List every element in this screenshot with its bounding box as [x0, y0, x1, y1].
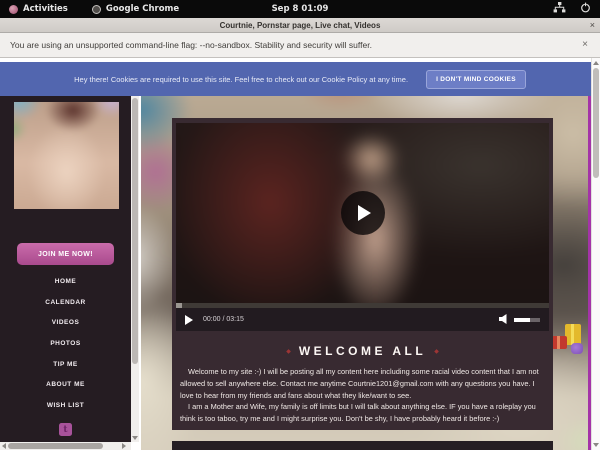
welcome-heading: ◆ WELCOME ALL ◆	[172, 344, 553, 358]
top-bar-left: Activities Google Chrome	[0, 4, 179, 14]
app-menu-button[interactable]: Google Chrome	[92, 4, 179, 14]
app-menu-label: Google Chrome	[106, 4, 179, 14]
cookie-banner: Hey there! Cookies are required to use t…	[0, 62, 600, 96]
play-button[interactable]	[341, 191, 385, 235]
next-section-box	[172, 441, 553, 450]
activities-label: Activities	[23, 4, 68, 14]
sidebar-item-videos[interactable]: VIDEOS	[0, 312, 131, 333]
sidebar-hscroll-thumb[interactable]	[8, 443, 103, 449]
window-title: Courtnie, Pornstar page, Live chat, Vide…	[220, 21, 381, 30]
sidebar-item-about-me[interactable]: ABOUT ME	[0, 374, 131, 395]
welcome-title: WELCOME ALL	[299, 344, 426, 358]
infobar-message: You are using an unsupported command-lin…	[10, 40, 372, 50]
window-titlebar[interactable]: Courtnie, Pornstar page, Live chat, Vide…	[0, 18, 600, 33]
scroll-up-arrow-icon[interactable]	[593, 61, 599, 65]
join-me-now-button[interactable]: JOIN ME NOW!	[17, 243, 114, 265]
scroll-down-arrow-icon[interactable]	[132, 436, 138, 440]
play-icon	[358, 205, 371, 221]
video-controls: 00:00 / 03:15	[176, 308, 549, 331]
volume-slider[interactable]	[514, 318, 540, 322]
chrome-infobar: You are using an unsupported command-lin…	[0, 33, 600, 58]
power-icon[interactable]	[580, 2, 591, 16]
controls-play-icon[interactable]	[185, 315, 193, 325]
welcome-paragraph-1: Welcome to my site :-) I will be posting…	[180, 366, 539, 401]
sidebar-item-home[interactable]: HOME	[0, 271, 131, 292]
welcome-paragraph-2: I am a Mother and Wife, my family is off…	[180, 401, 539, 425]
sidebar-menu: HOME CALENDAR VIDEOS PHOTOS TIP ME ABOUT…	[0, 271, 131, 416]
scroll-right-arrow-icon[interactable]	[122, 443, 126, 449]
twitter-icon[interactable]: t	[59, 423, 72, 436]
chrome-logo-icon	[92, 5, 101, 14]
sidebar-horizontal-scrollbar[interactable]	[0, 442, 131, 450]
scroll-left-arrow-icon[interactable]	[2, 443, 6, 449]
system-tray	[553, 2, 591, 16]
volume-icon[interactable]	[499, 311, 510, 329]
diamond-icon: ◆	[286, 348, 291, 355]
video-player[interactable]	[176, 123, 549, 303]
sidebar-item-calendar[interactable]: CALENDAR	[0, 292, 131, 313]
sidebar-item-tip-me[interactable]: TIP ME	[0, 354, 131, 375]
sidebar-vscroll-thumb[interactable]	[132, 98, 138, 364]
infobar-close-button[interactable]: ×	[582, 33, 588, 57]
screen: Activities Google Chrome Sep 8 01:09	[0, 0, 600, 450]
network-icon[interactable]	[553, 2, 566, 16]
distro-logo-icon	[9, 5, 18, 14]
diamond-icon: ◆	[434, 348, 439, 355]
time-display: 00:00 / 03:15	[203, 316, 244, 323]
gnome-top-bar: Activities Google Chrome Sep 8 01:09	[0, 0, 600, 18]
page-vscroll-thumb[interactable]	[593, 68, 599, 178]
cookie-message: Hey there! Cookies are required to use t…	[74, 75, 408, 84]
cookie-accept-button[interactable]: I DON'T MIND COOKIES	[426, 70, 526, 89]
scroll-down-arrow-icon[interactable]	[593, 443, 599, 447]
sidebar-item-photos[interactable]: PHOTOS	[0, 333, 131, 354]
model-photo[interactable]	[14, 102, 119, 209]
gift-box-yellow	[565, 324, 581, 345]
activities-button[interactable]: Activities	[9, 4, 68, 14]
sidebar-item-wish-list[interactable]: WISH LIST	[0, 395, 131, 416]
page-viewport: Hey there! Cookies are required to use t…	[0, 58, 600, 450]
clock-button[interactable]: Sep 8 01:09	[272, 4, 329, 14]
window-close-button[interactable]: ×	[590, 18, 595, 33]
model-photo-paint	[14, 102, 119, 209]
content-column: 00:00 / 03:15 ◆ WELCOME ALL ◆ Welcome to…	[172, 118, 553, 430]
sidebar: JOIN ME NOW! HOME CALENDAR VIDEOS PHOTOS…	[0, 96, 131, 442]
gift-box-purple	[571, 343, 583, 354]
page-vertical-scrollbar[interactable]	[591, 58, 600, 450]
gift-box-red	[552, 336, 567, 349]
sidebar-vertical-scrollbar[interactable]	[131, 96, 139, 442]
